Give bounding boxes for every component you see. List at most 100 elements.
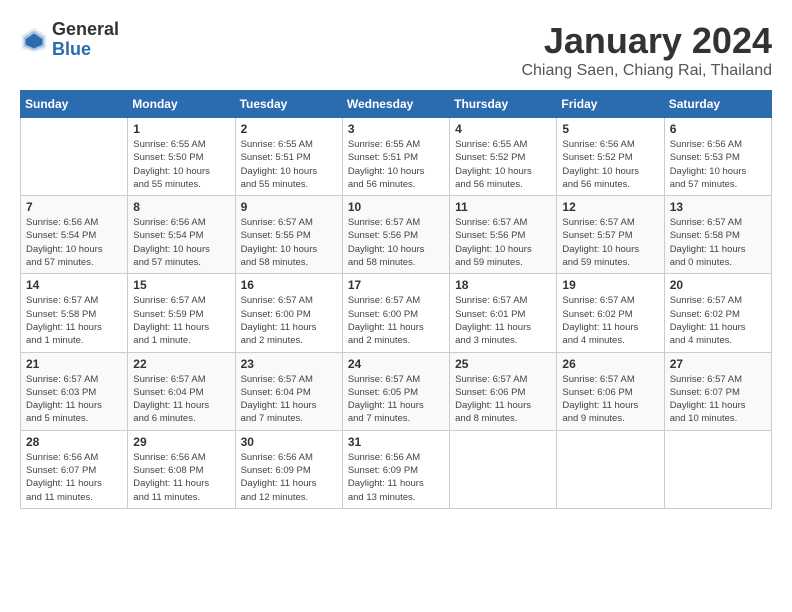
day-info: Sunrise: 6:55 AM Sunset: 5:50 PM Dayligh… (133, 138, 229, 191)
calendar-cell: 11Sunrise: 6:57 AM Sunset: 5:56 PM Dayli… (450, 196, 557, 274)
day-info: Sunrise: 6:56 AM Sunset: 5:52 PM Dayligh… (562, 138, 658, 191)
calendar-cell (557, 430, 664, 508)
day-number: 16 (241, 278, 337, 292)
calendar-cell: 29 Sunrise: 6:56 AM Sunset: 6:08 PM Dayli… (128, 430, 235, 508)
day-number: 22 (133, 357, 229, 371)
day-number: 17 (348, 278, 444, 292)
day-info: Sunrise: 6:55 AM Sunset: 5:51 PM Dayligh… (348, 138, 444, 191)
day-info: Sunrise: 6:57 AM Sunset: 6:05 PM Dayligh… (348, 373, 444, 426)
day-number: 11 (455, 200, 551, 214)
calendar-week-row: 14Sunrise: 6:57 AM Sunset: 5:58 PM Dayli… (21, 274, 772, 352)
logo: General Blue (20, 20, 119, 60)
calendar-cell: 3 Sunrise: 6:55 AM Sunset: 5:51 PM Daylig… (342, 118, 449, 196)
location: Chiang Saen, Chiang Rai, Thailand (521, 62, 772, 80)
day-info: Sunrise: 6:57 AM Sunset: 5:58 PM Dayligh… (670, 216, 766, 269)
logo-general: General (52, 19, 119, 39)
calendar-body: 1 Sunrise: 6:55 AM Sunset: 5:50 PM Daylig… (21, 118, 772, 509)
calendar-cell: 24 Sunrise: 6:57 AM Sunset: 6:05 PM Dayli… (342, 352, 449, 430)
day-number: 6 (670, 122, 766, 136)
day-info: Sunrise: 6:55 AM Sunset: 5:52 PM Dayligh… (455, 138, 551, 191)
month-title: January 2024 (521, 20, 772, 62)
day-info: Sunrise: 6:57 AM Sunset: 6:02 PM Dayligh… (670, 294, 766, 347)
calendar-cell: 27 Sunrise: 6:57 AM Sunset: 6:07 PM Dayli… (664, 352, 771, 430)
day-number: 13 (670, 200, 766, 214)
day-info: Sunrise: 6:56 AM Sunset: 6:08 PM Dayligh… (133, 451, 229, 504)
day-number: 7 (26, 200, 122, 214)
day-info: Sunrise: 6:57 AM Sunset: 6:04 PM Dayligh… (133, 373, 229, 426)
day-info: Sunrise: 6:57 AM Sunset: 5:55 PM Dayligh… (241, 216, 337, 269)
day-number: 5 (562, 122, 658, 136)
day-info: Sunrise: 6:57 AM Sunset: 6:04 PM Dayligh… (241, 373, 337, 426)
day-number: 18 (455, 278, 551, 292)
calendar-cell: 15Sunrise: 6:57 AM Sunset: 5:59 PM Dayli… (128, 274, 235, 352)
day-number: 20 (670, 278, 766, 292)
day-info: Sunrise: 6:57 AM Sunset: 6:01 PM Dayligh… (455, 294, 551, 347)
logo-blue: Blue (52, 39, 91, 59)
day-info: Sunrise: 6:56 AM Sunset: 6:09 PM Dayligh… (241, 451, 337, 504)
day-number: 9 (241, 200, 337, 214)
calendar-cell: 16 Sunrise: 6:57 AM Sunset: 6:00 PM Dayli… (235, 274, 342, 352)
day-number: 1 (133, 122, 229, 136)
day-number: 27 (670, 357, 766, 371)
day-number: 10 (348, 200, 444, 214)
day-info: Sunrise: 6:57 AM Sunset: 6:00 PM Dayligh… (241, 294, 337, 347)
calendar-cell: 8 Sunrise: 6:56 AM Sunset: 5:54 PM Daylig… (128, 196, 235, 274)
day-number: 14 (26, 278, 122, 292)
day-number: 2 (241, 122, 337, 136)
calendar-cell: 4 Sunrise: 6:55 AM Sunset: 5:52 PM Daylig… (450, 118, 557, 196)
calendar-cell: 22 Sunrise: 6:57 AM Sunset: 6:04 PM Dayli… (128, 352, 235, 430)
logo-icon (20, 26, 48, 54)
calendar-cell: 26Sunrise: 6:57 AM Sunset: 6:06 PM Dayli… (557, 352, 664, 430)
day-number: 12 (562, 200, 658, 214)
day-info: Sunrise: 6:56 AM Sunset: 6:09 PM Dayligh… (348, 451, 444, 504)
page-header: General Blue January 2024 Chiang Saen, C… (20, 20, 772, 80)
day-info: Sunrise: 6:57 AM Sunset: 6:07 PM Dayligh… (670, 373, 766, 426)
title-block: January 2024 Chiang Saen, Chiang Rai, Th… (521, 20, 772, 80)
calendar-cell: 14Sunrise: 6:57 AM Sunset: 5:58 PM Dayli… (21, 274, 128, 352)
calendar-cell (450, 430, 557, 508)
calendar-cell: 17 Sunrise: 6:57 AM Sunset: 6:00 PM Dayli… (342, 274, 449, 352)
day-info: Sunrise: 6:57 AM Sunset: 6:02 PM Dayligh… (562, 294, 658, 347)
day-number: 21 (26, 357, 122, 371)
day-number: 3 (348, 122, 444, 136)
calendar-cell: 21 Sunrise: 6:57 AM Sunset: 6:03 PM Dayli… (21, 352, 128, 430)
day-info: Sunrise: 6:56 AM Sunset: 6:07 PM Dayligh… (26, 451, 122, 504)
weekday-header-thursday: Thursday (450, 91, 557, 118)
calendar-cell: 13 Sunrise: 6:57 AM Sunset: 5:58 PM Dayli… (664, 196, 771, 274)
day-info: Sunrise: 6:57 AM Sunset: 6:00 PM Dayligh… (348, 294, 444, 347)
weekday-header-monday: Monday (128, 91, 235, 118)
day-info: Sunrise: 6:56 AM Sunset: 5:54 PM Dayligh… (26, 216, 122, 269)
day-number: 24 (348, 357, 444, 371)
day-info: Sunrise: 6:57 AM Sunset: 6:06 PM Dayligh… (455, 373, 551, 426)
calendar-cell: 10Sunrise: 6:57 AM Sunset: 5:56 PM Dayli… (342, 196, 449, 274)
day-number: 8 (133, 200, 229, 214)
day-number: 31 (348, 435, 444, 449)
day-number: 29 (133, 435, 229, 449)
day-info: Sunrise: 6:55 AM Sunset: 5:51 PM Dayligh… (241, 138, 337, 191)
calendar-table: SundayMondayTuesdayWednesdayThursdayFrid… (20, 90, 772, 509)
calendar-cell: 6Sunrise: 6:56 AM Sunset: 5:53 PM Daylig… (664, 118, 771, 196)
calendar-cell: 1 Sunrise: 6:55 AM Sunset: 5:50 PM Daylig… (128, 118, 235, 196)
calendar-week-row: 1 Sunrise: 6:55 AM Sunset: 5:50 PM Daylig… (21, 118, 772, 196)
weekday-header-tuesday: Tuesday (235, 91, 342, 118)
calendar-week-row: 7 Sunrise: 6:56 AM Sunset: 5:54 PM Daylig… (21, 196, 772, 274)
day-info: Sunrise: 6:56 AM Sunset: 5:54 PM Dayligh… (133, 216, 229, 269)
calendar-cell: 5 Sunrise: 6:56 AM Sunset: 5:52 PM Daylig… (557, 118, 664, 196)
calendar-cell: 28Sunrise: 6:56 AM Sunset: 6:07 PM Dayli… (21, 430, 128, 508)
calendar-cell: 9 Sunrise: 6:57 AM Sunset: 5:55 PM Daylig… (235, 196, 342, 274)
calendar-cell: 30Sunrise: 6:56 AM Sunset: 6:09 PM Dayli… (235, 430, 342, 508)
calendar-cell: 12 Sunrise: 6:57 AM Sunset: 5:57 PM Dayli… (557, 196, 664, 274)
weekday-header-sunday: Sunday (21, 91, 128, 118)
logo-text: General Blue (52, 20, 119, 60)
calendar-cell (664, 430, 771, 508)
day-number: 4 (455, 122, 551, 136)
day-info: Sunrise: 6:57 AM Sunset: 5:57 PM Dayligh… (562, 216, 658, 269)
calendar-cell: 20 Sunrise: 6:57 AM Sunset: 6:02 PM Dayli… (664, 274, 771, 352)
calendar-cell: 19Sunrise: 6:57 AM Sunset: 6:02 PM Dayli… (557, 274, 664, 352)
day-number: 23 (241, 357, 337, 371)
weekday-header-wednesday: Wednesday (342, 91, 449, 118)
day-info: Sunrise: 6:57 AM Sunset: 6:03 PM Dayligh… (26, 373, 122, 426)
day-number: 15 (133, 278, 229, 292)
calendar-cell (21, 118, 128, 196)
weekday-header-friday: Friday (557, 91, 664, 118)
